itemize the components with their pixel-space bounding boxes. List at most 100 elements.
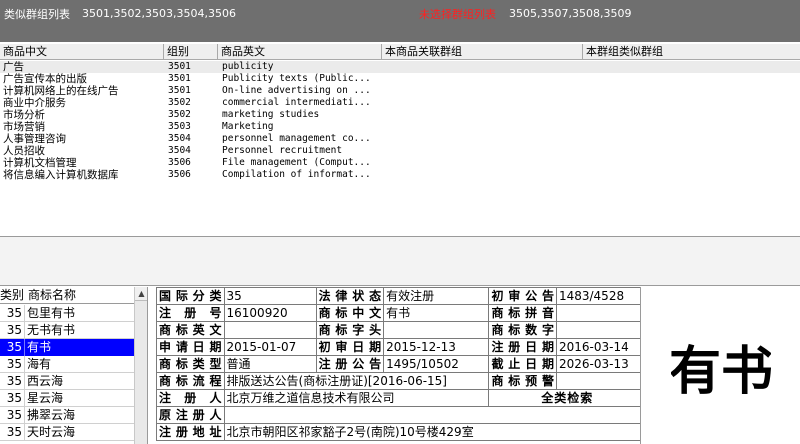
reg-no-value: 16100920 [223, 304, 317, 322]
trademark-row[interactable]: 35 无书有书 [0, 322, 134, 339]
intl-class-value: 35 [223, 287, 317, 305]
trademark-name-cell: 有书 [27, 340, 52, 354]
prelim-notice-value: 1483/4528 [555, 287, 647, 305]
col-header-class[interactable]: 类别 [0, 287, 25, 304]
reg-no-label: 注 册 号 [156, 304, 225, 322]
goods-row[interactable]: 广告宣传本的出版 3501 Publicity texts (Public... [0, 73, 800, 85]
pinyin-value [555, 304, 647, 322]
flow-label: 商标流程 [156, 372, 225, 390]
goods-row[interactable]: 市场分析 3502 marketing studies [0, 109, 800, 121]
trademark-row[interactable]: 35 天时云海 [0, 424, 134, 441]
col-header-goods-en[interactable]: 商品英文 [218, 44, 382, 60]
trademark-logo-image: 有书 [671, 342, 771, 402]
address-label: 注册地址 [156, 423, 225, 441]
goods-en-cell: Personnel recruitment [222, 145, 343, 156]
goods-en-cell: Publicity texts (Public... [222, 73, 371, 84]
goods-group-cell: 3504 [168, 145, 191, 156]
goods-row[interactable]: 商业中介服务 3502 commercial intermediati... [0, 97, 800, 109]
trademark-row[interactable]: 35 星云海 [0, 390, 134, 407]
trademark-name-cell: 星云海 [27, 391, 64, 405]
col-header-group[interactable]: 组别 [164, 44, 218, 60]
digits-value [555, 321, 647, 339]
goods-row[interactable]: 市场营销 3503 Marketing [0, 121, 800, 133]
scroll-up-arrow-icon[interactable]: ▲ [135, 287, 147, 301]
flow-value: 排版送达公告(商标注册证)[2016-06-15] [223, 372, 490, 390]
apply-date-value: 2015-01-07 [223, 338, 317, 356]
apply-date-label: 申请日期 [156, 338, 225, 356]
col-header-similar-groups[interactable]: 本群组类似群组 [583, 44, 800, 60]
trademark-list: 类别 商标名称 35 包里有书 35 无书有书 35 有书 35 海有 35 西云海 35 星云海 35… [0, 287, 148, 444]
goods-cn-cell: 广告 [3, 61, 24, 73]
goods-group-cell: 3501 [168, 61, 191, 72]
digits-label: 商标数字 [488, 321, 557, 339]
trademark-class-cell: 35 [0, 339, 25, 356]
expiry-date-label: 截止日期 [488, 355, 557, 373]
goods-cn-cell: 将信息编入计算机数据库 [3, 169, 119, 181]
trademark-class-cell: 35 [0, 390, 25, 407]
intl-class-label: 国际分类 [156, 287, 225, 305]
trademark-detail-panel: 国际分类 35 法律状态 有效注册 初审公告 1483/4528 注 册 号 1… [148, 287, 647, 444]
cn-mark-value: 有书 [383, 304, 490, 322]
trademark-detail-grid: 国际分类 35 法律状态 有效注册 初审公告 1483/4528 注 册 号 1… [156, 287, 647, 441]
orig-registrant-value [223, 406, 647, 424]
col-header-mark-name[interactable]: 商标名称 [28, 287, 76, 304]
goods-cn-cell: 计算机网络上的在线广告 [3, 85, 119, 97]
reg-notice-value: 1495/10502 [383, 355, 490, 373]
reg-date-value: 2016-03-14 [555, 338, 647, 356]
goods-cn-cell: 市场分析 [3, 109, 45, 121]
unselected-groups-ids: 3505,3507,3508,3509 [509, 7, 632, 20]
goods-row[interactable]: 人员招收 3504 Personnel recruitment [0, 145, 800, 157]
cn-mark-label: 商标中文 [315, 304, 385, 322]
goods-row[interactable]: 计算机文档管理 3506 File management (Comput... [0, 157, 800, 169]
col-header-related-groups[interactable]: 本商品关联群组 [382, 44, 583, 60]
orig-registrant-label: 原注册人 [156, 406, 225, 424]
prelim-date-value: 2015-12-13 [383, 338, 490, 356]
goods-en-cell: commercial intermediati... [222, 97, 371, 108]
goods-group-cell: 3506 [168, 169, 191, 180]
goods-table: 商品中文 组别 商品英文 本商品关联群组 本群组类似群组 广告 3501 publi… [0, 44, 800, 236]
goods-group-cell: 3503 [168, 121, 191, 132]
goods-table-header: 商品中文 组别 商品英文 本商品关联群组 本群组类似群组 [0, 44, 800, 60]
en-mark-value [223, 321, 317, 339]
goods-row[interactable]: 计算机网络上的在线广告 3501 On-line advertising on ..… [0, 85, 800, 97]
trademark-row[interactable]: 35 包里有书 [0, 305, 134, 322]
similar-groups-header: 类似群组列表 3501,3502,3503,3504,3506 未选择群组列表 … [0, 0, 800, 42]
goods-group-cell: 3504 [168, 133, 191, 144]
en-mark-label: 商标英文 [156, 321, 225, 339]
trademark-class-cell: 35 [0, 305, 25, 322]
goods-cn-cell: 计算机文档管理 [3, 157, 77, 169]
trademark-list-scrollbar[interactable]: ▲ [134, 287, 147, 444]
goods-en-cell: Compilation of informat... [222, 169, 371, 180]
goods-row[interactable]: 人事管理咨询 3504 personnel management co... [0, 133, 800, 145]
group-detail-band [0, 236, 800, 286]
trademark-class-cell: 35 [0, 424, 25, 441]
letters-value [383, 321, 490, 339]
goods-en-cell: On-line advertising on ... [222, 85, 371, 96]
similar-groups-ids: 3501,3502,3503,3504,3506 [82, 7, 236, 20]
goods-en-cell: File management (Comput... [222, 157, 371, 168]
goods-row[interactable]: 将信息编入计算机数据库 3506 Compilation of informat..… [0, 169, 800, 181]
goods-en-cell: publicity [222, 61, 274, 72]
goods-row[interactable]: 广告 3501 publicity [0, 61, 800, 73]
goods-en-cell: personnel management co... [222, 133, 371, 144]
goods-group-cell: 3506 [168, 157, 191, 168]
col-header-goods-cn[interactable]: 商品中文 [0, 44, 164, 60]
trademark-name-cell: 拂翠云海 [27, 408, 76, 422]
trademark-row[interactable]: 35 拂翠云海 [0, 407, 134, 424]
goods-group-cell: 3502 [168, 109, 191, 120]
goods-en-cell: marketing studies [222, 109, 320, 120]
trademark-class-cell: 35 [0, 322, 25, 339]
trademark-row[interactable]: 35 海有 [0, 356, 134, 373]
mark-type-label: 商标类型 [156, 355, 225, 373]
trademark-class-cell: 35 [0, 356, 25, 373]
full-class-search-button[interactable]: 全类检索 [488, 389, 646, 407]
reg-notice-label: 注册公告 [315, 355, 385, 373]
similar-groups-title: 类似群组列表 [4, 8, 70, 21]
trademark-row[interactable]: 35 有书 [0, 339, 134, 356]
pinyin-label: 商标拼音 [488, 304, 557, 322]
trademark-name-cell: 天时云海 [27, 425, 76, 439]
warning-label: 商标预警 [488, 372, 557, 390]
registrant-value: 北京万维之道信息技术有限公司 [223, 389, 490, 407]
reg-date-label: 注册日期 [488, 338, 557, 356]
trademark-row[interactable]: 35 西云海 [0, 373, 134, 390]
